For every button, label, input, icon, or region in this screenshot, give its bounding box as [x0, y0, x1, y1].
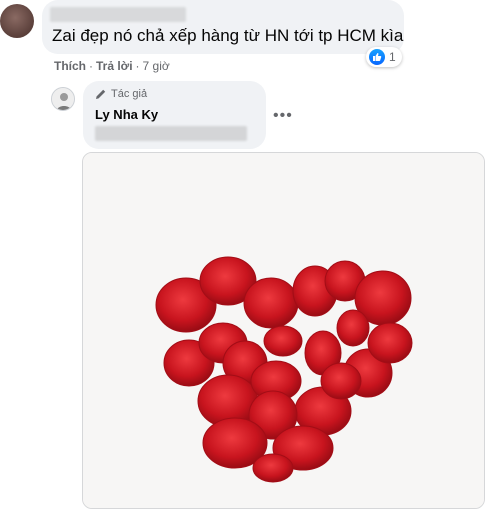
commenter-name-redacted[interactable] [50, 7, 186, 22]
reply-author-name[interactable]: Ly Nha Ky [95, 107, 158, 122]
more-options-button[interactable]: ••• [273, 107, 293, 125]
reaction-summary[interactable]: 1 [366, 47, 402, 67]
comment-time[interactable]: 7 giờ [143, 59, 170, 73]
rose-petal-heart-image [83, 153, 484, 508]
reply-author-avatar[interactable] [51, 87, 75, 111]
reply-link[interactable]: Trả lời [96, 59, 133, 73]
comment-text: Zai đẹp nó chả xếp hàng từ HN tới tp HCM… [52, 26, 404, 45]
reply-image[interactable] [82, 152, 485, 509]
pencil-icon [96, 89, 106, 99]
reply-text-redacted [95, 126, 247, 141]
commenter-avatar[interactable] [0, 4, 34, 38]
author-badge: Tác giả [95, 88, 147, 100]
like-link[interactable]: Thích [54, 59, 86, 73]
comment-actions: Thích · Trả lời · 7 giờ [54, 59, 170, 73]
reaction-count: 1 [389, 50, 396, 64]
like-reaction-icon [369, 49, 385, 65]
author-badge-label: Tác giả [111, 88, 148, 100]
